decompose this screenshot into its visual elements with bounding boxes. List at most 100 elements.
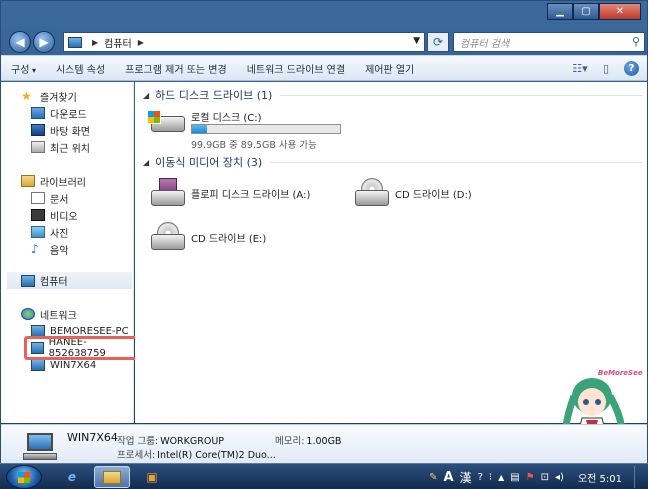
volume-icon[interactable]: ◂) xyxy=(555,472,564,483)
drive-label: 플로피 디스크 드라이브 (A:) xyxy=(191,189,311,201)
sidebar-label: 네트워크 xyxy=(40,310,77,322)
sidebar-label: 라이브러리 xyxy=(40,177,86,189)
maximize-button[interactable]: ▢ xyxy=(573,3,599,20)
drive-item-floppy[interactable]: 플로피 디스크 드라이브 (A:) xyxy=(147,178,310,208)
drive-label: CD 드라이브 (E:) xyxy=(191,233,267,245)
recent-places-icon xyxy=(31,141,45,153)
section-divider xyxy=(270,161,643,163)
sidebar-label: 바탕 화면 xyxy=(50,126,90,138)
view-options-icon[interactable]: ☷▾ xyxy=(572,60,588,76)
internet-explorer-taskbar-icon[interactable]: e xyxy=(54,466,90,488)
search-placeholder: 컴퓨터 검색 xyxy=(460,38,510,50)
system-tray: ✎ A 漢 ? ⁝ ▲ ▤ ⚑ ⊡ ◂) 오전 5:01 xyxy=(429,464,644,489)
sidebar-label: 사진 xyxy=(50,228,69,240)
address-row: ◀ ▶ ▶ 컴퓨터 ▶ ▼ ⟳ 컴퓨터 검색 ⚲ xyxy=(1,29,647,55)
network-tray-icon[interactable]: ⊡ xyxy=(541,472,549,483)
sidebar-label: 즐겨찾기 xyxy=(40,92,77,104)
hdd-section-header[interactable]: ◢ 하드 디스크 드라이브 (1) xyxy=(143,88,643,102)
hard-disk-icon xyxy=(147,108,187,138)
sidebar-label: 문서 xyxy=(50,194,69,206)
removable-section-header[interactable]: ◢ 이동식 미디어 장치 (3) xyxy=(143,155,643,169)
computer-icon xyxy=(23,433,57,461)
drive-item-cd-e[interactable]: CD 드라이브 (E:) xyxy=(147,222,266,252)
sidebar-label: 음악 xyxy=(50,245,69,257)
clock[interactable]: 오전 5:01 xyxy=(578,470,622,485)
forward-arrow-icon: ▶ xyxy=(39,35,49,49)
memory-value: 1.00GB xyxy=(306,436,342,447)
ime-help-icon[interactable]: ? xyxy=(478,472,483,483)
breadcrumb-computer[interactable]: 컴퓨터 xyxy=(104,35,132,50)
music-note-icon: ♪ xyxy=(31,242,39,256)
sidebar-item-favorites[interactable]: ★ 즐겨찾기 xyxy=(21,88,77,104)
details-processor: 프로세서: Intel(R) Core(TM)2 Duo... xyxy=(117,447,276,461)
address-bar[interactable]: ▶ 컴퓨터 ▶ ▼ xyxy=(63,32,425,52)
network-icon xyxy=(21,308,35,320)
sidebar-item-videos[interactable]: 비디오 xyxy=(31,207,78,223)
sidebar-item-desktop[interactable]: 바탕 화면 xyxy=(31,122,90,138)
sidebar-item-computer[interactable]: 컴퓨터 xyxy=(7,272,132,289)
capacity-bar-fill xyxy=(192,125,208,133)
collapse-icon[interactable]: ◢ xyxy=(143,91,149,100)
title-bar[interactable]: ▁ ▢ ✕ xyxy=(1,1,647,29)
address-dropdown-icon[interactable]: ▼ xyxy=(413,36,420,46)
capacity-bar xyxy=(191,124,341,134)
sidebar-item-network[interactable]: 네트워크 xyxy=(21,306,77,322)
sidebar-item-documents[interactable]: 문서 xyxy=(31,190,68,206)
computer-icon xyxy=(68,36,82,48)
ime-mode-icon[interactable]: ✎ xyxy=(429,472,437,483)
sidebar-item-recent-places[interactable]: 최근 위치 xyxy=(31,139,90,155)
keyboard-icon[interactable]: ▤ xyxy=(510,472,519,483)
start-button[interactable] xyxy=(6,465,42,489)
action-center-flag-icon[interactable]: ⚑ xyxy=(526,472,535,483)
network-computer-icon xyxy=(31,359,45,371)
processor-label: 프로세서: xyxy=(117,450,156,461)
breadcrumb-separator-icon[interactable]: ▶ xyxy=(138,38,144,47)
search-input[interactable]: 컴퓨터 검색 ⚲ xyxy=(453,32,645,52)
ime-alpha-indicator[interactable]: A xyxy=(443,470,453,485)
pictures-icon xyxy=(31,226,45,238)
preview-pane-icon[interactable]: ▯ xyxy=(598,60,614,76)
taskbar: e ▣ ✎ A 漢 ? ⁝ ▲ ▤ ⚑ ⊡ ◂) 오전 5:01 xyxy=(0,463,648,489)
section-title: 이동식 미디어 장치 (3) xyxy=(155,156,263,169)
mascot-tag: BeMoreSee xyxy=(598,369,643,377)
explorer-taskbar-icon[interactable] xyxy=(94,466,130,488)
show-hidden-icons-icon[interactable]: ▲ xyxy=(498,473,504,482)
system-properties-button[interactable]: 시스템 속성 xyxy=(46,61,115,76)
sidebar-label: 비디오 xyxy=(50,211,78,223)
command-bar: 구성 시스템 속성 프로그램 제거 또는 변경 네트워크 드라이브 연결 제어판… xyxy=(1,55,647,81)
forward-button[interactable]: ▶ xyxy=(33,31,55,53)
computer-icon xyxy=(21,274,35,287)
sidebar-item-music[interactable]: ♪ 음악 xyxy=(31,241,68,257)
refresh-button[interactable]: ⟳ xyxy=(427,32,449,52)
breadcrumb-separator-icon[interactable]: ▶ xyxy=(92,38,98,47)
refresh-icon: ⟳ xyxy=(432,35,444,49)
close-button[interactable]: ✕ xyxy=(599,3,641,20)
media-player-taskbar-icon[interactable]: ▣ xyxy=(134,466,170,488)
show-desktop-button[interactable] xyxy=(634,466,644,488)
details-computer-name: WIN7X64 xyxy=(67,431,118,444)
collapse-icon[interactable]: ◢ xyxy=(143,158,149,167)
downloads-folder-icon xyxy=(31,107,45,119)
back-button[interactable]: ◀ xyxy=(9,31,31,53)
highlight-box xyxy=(24,336,138,360)
sidebar-item-pictures[interactable]: 사진 xyxy=(31,224,68,240)
library-icon xyxy=(21,175,35,187)
desktop-icon xyxy=(31,124,45,136)
open-control-panel-button[interactable]: 제어판 열기 xyxy=(355,61,424,76)
help-icon[interactable]: ? xyxy=(624,60,639,76)
sidebar-item-libraries[interactable]: 라이브러리 xyxy=(21,173,86,189)
capacity-info: 99.9GB 중 89.5GB 사용 가능 xyxy=(191,140,317,151)
ime-options-icon[interactable]: ⁝ xyxy=(489,472,492,483)
drive-item-cd-d[interactable]: CD 드라이브 (D:) xyxy=(351,178,472,208)
video-icon xyxy=(31,209,45,221)
uninstall-program-button[interactable]: 프로그램 제거 또는 변경 xyxy=(115,61,237,76)
sidebar-item-downloads[interactable]: 다운로드 xyxy=(31,105,87,121)
documents-icon xyxy=(31,192,45,204)
map-network-drive-button[interactable]: 네트워크 드라이브 연결 xyxy=(237,61,355,76)
cd-drive-icon xyxy=(147,222,187,252)
ime-hanja-indicator[interactable]: 漢 xyxy=(460,469,472,486)
search-icon[interactable]: ⚲ xyxy=(632,35,640,48)
organize-menu[interactable]: 구성 xyxy=(1,61,46,76)
navigation-pane: ★ 즐겨찾기 다운로드 바탕 화면 최근 위치 라이브러리 문서 비디오 사진 … xyxy=(1,82,134,423)
minimize-button[interactable]: ▁ xyxy=(547,3,573,20)
